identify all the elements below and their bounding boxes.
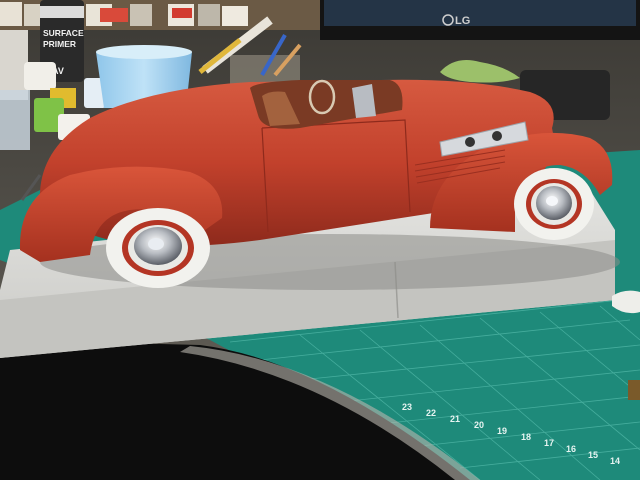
water-jar-rim — [96, 45, 192, 59]
monitor-brand-label: LG — [455, 15, 470, 27]
mat-number: 14 — [610, 456, 620, 466]
mat-number: 19 — [497, 426, 507, 436]
mat-number: 15 — [588, 450, 598, 460]
mat-number: 23 — [402, 402, 412, 412]
primer-label-line1: SURFACE — [43, 28, 84, 38]
primer-cap-band — [40, 6, 84, 18]
front-hub-center — [546, 196, 558, 206]
mat-number: 20 — [474, 420, 484, 430]
mat-number: 18 — [521, 432, 531, 442]
mat-number: 22 — [426, 408, 436, 418]
exhaust-port-2 — [492, 131, 502, 141]
mat-number: 17 — [544, 438, 554, 448]
primer-label-line2: PRIMER — [43, 39, 76, 49]
bottle-left-2 — [0, 90, 30, 150]
dashboard-panel — [352, 84, 376, 118]
rear-wheel — [106, 208, 210, 288]
bottle-left-1 — [0, 30, 28, 100]
photo-canvas: LG SURFACE PRIMER AV 23 22 21 20 19 18 1… — [0, 0, 640, 480]
front-wheel — [514, 168, 594, 240]
white-jar — [24, 62, 56, 90]
monitor-screen — [324, 0, 636, 26]
photo-scene: LG SURFACE PRIMER AV 23 22 21 20 19 18 1… — [0, 0, 640, 480]
right-edge-object — [628, 380, 640, 400]
mat-number: 21 — [450, 414, 460, 424]
exhaust-port-1 — [465, 137, 475, 147]
mat-number: 16 — [566, 444, 576, 454]
rear-hub-center — [148, 238, 164, 250]
